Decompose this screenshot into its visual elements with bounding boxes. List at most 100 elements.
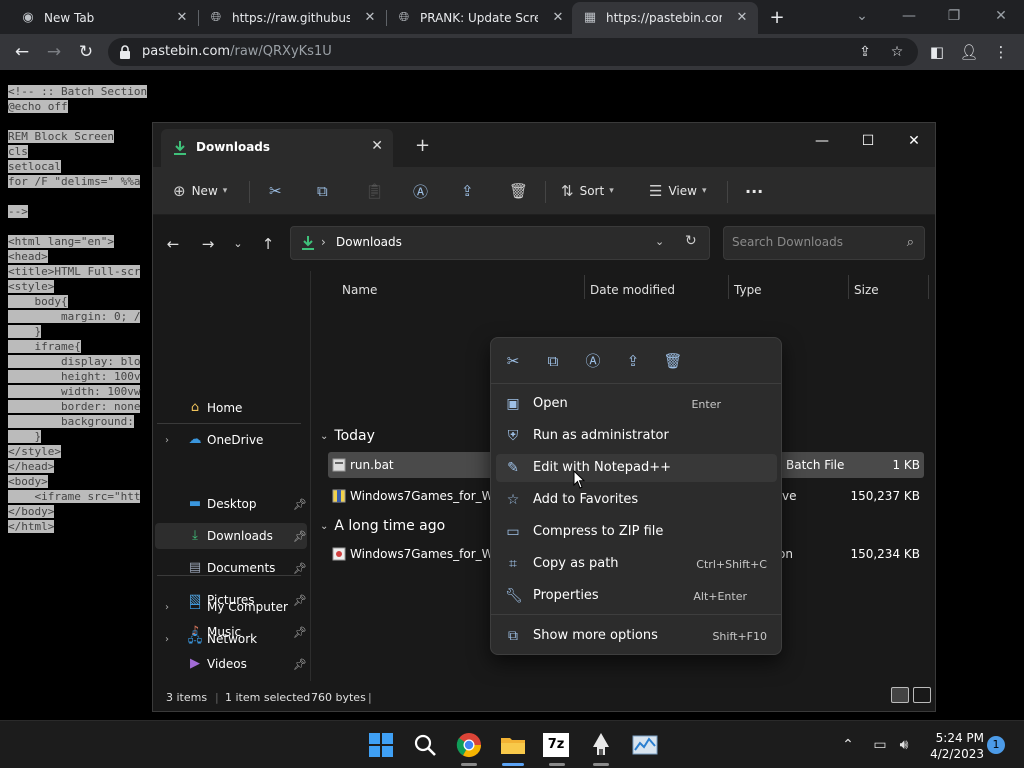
column-separator[interactable] [584,275,585,299]
column-header-size[interactable]: Size [854,277,879,303]
taskbar-7zip[interactable]: 7z [543,731,571,766]
close-window-icon[interactable]: ✕ [891,127,937,155]
paste-button[interactable]: 📋︎ [365,179,390,203]
recent-locations-icon[interactable]: ⌄ [227,233,249,255]
tab-github[interactable]: 🌐︎ https://raw.githubuserc ✕ [198,2,386,34]
search-icon[interactable]: ⌕ [907,235,914,250]
tab-new-tab[interactable]: ◉ New Tab ✕ [10,2,198,34]
taskbar-task-manager[interactable] [631,731,659,759]
close-tab-icon[interactable]: ✕ [734,10,750,26]
trash-icon[interactable]: 🗑︎ [661,349,685,373]
copy-button[interactable]: ⧉ [317,179,334,203]
show-hidden-icons-icon[interactable]: ⌃ [838,737,858,753]
more-options-button[interactable]: ··· [745,179,763,203]
cut-icon[interactable]: ✂ [501,349,525,373]
tab-search-icon[interactable]: ⌄ [842,5,882,27]
menu-item-properties[interactable]: 🔧︎ Properties Alt+Enter [496,582,777,610]
volume-icon[interactable]: 🔊︎ [894,737,914,753]
restore-icon[interactable]: ❐ [934,5,974,27]
rename-icon[interactable]: Ⓐ [581,349,605,373]
menu-item-add-favorites[interactable]: ☆ Add to Favorites [496,486,777,514]
rename-button[interactable]: Ⓐ [413,179,434,203]
pin-icon[interactable]: 📌︎ [293,530,307,543]
chevron-down-icon[interactable]: ⌄ [655,235,664,248]
sort-button[interactable]: ⇅ Sort ▾ [561,179,614,203]
minimize-icon[interactable]: — [799,127,845,155]
taskbar-search-button[interactable] [411,731,439,759]
back-icon[interactable]: ← [162,233,184,255]
menu-item-show-more[interactable]: ⧉ Show more options Shift+F10 [496,622,777,650]
bookmark-star-icon[interactable]: ☆ [886,42,908,62]
cut-button[interactable]: ✂ [269,179,288,203]
close-tab-icon[interactable]: ✕ [362,10,378,26]
explorer-address-bar[interactable]: › Downloads ⌄ ↻ [290,226,710,260]
group-long-ago[interactable]: ⌄ A long time ago [320,515,445,537]
explorer-tab-downloads[interactable]: Downloads ✕ [161,129,393,167]
search-input[interactable] [732,235,892,249]
column-header-name[interactable]: Name [342,277,377,303]
chevron-right-icon[interactable]: › [165,435,169,446]
display-icon[interactable]: ▭ [870,737,890,753]
nav-item-my-computer[interactable]: › ▭ My Computer [155,594,307,620]
start-button[interactable] [367,731,395,759]
menu-item-open[interactable]: ▣ Open Enter [496,390,777,418]
minimize-icon[interactable]: — [889,5,929,27]
system-clock[interactable]: 5:24 PM 4/2/2023 [922,730,984,762]
menu-item-copy-path[interactable]: ⌗ Copy as path Ctrl+Shift+C [496,550,777,578]
maximize-icon[interactable]: ☐ [845,127,891,155]
column-separator[interactable] [848,275,849,299]
up-icon[interactable]: ↑ [257,233,279,255]
taskbar-chrome[interactable] [455,731,483,766]
menu-item-run-as-admin[interactable]: ⛨ Run as administrator [496,422,777,450]
taskbar-inkscape[interactable] [587,731,615,766]
tiles-view-icon[interactable] [913,687,931,703]
forward-icon[interactable]: → [42,40,66,64]
reload-icon[interactable]: ↻ [74,40,98,64]
new-explorer-tab-icon[interactable]: + [415,135,430,156]
chevron-right-icon[interactable]: › [165,602,169,613]
share-icon[interactable]: ⇪ [854,42,876,62]
tab-prank[interactable]: 🌐︎ PRANK: Update Screen ✕ [386,2,574,34]
delete-button[interactable]: 🗑︎ [509,179,534,203]
column-separator[interactable] [728,275,729,299]
pin-icon[interactable]: 📌︎ [293,498,307,511]
new-tab-button[interactable]: + [766,7,788,29]
nav-item-network[interactable]: › 🖧︎ Network [155,626,307,652]
copy-icon[interactable]: ⧉ [541,349,565,373]
new-button[interactable]: ⊕ New ▾ [173,179,227,203]
column-header-type[interactable]: Type [734,277,762,303]
close-tab-icon[interactable]: ✕ [550,10,566,26]
nav-item-videos[interactable]: ▶ Videos 📌︎ [155,651,307,677]
details-view-icon[interactable] [891,687,909,703]
tab-pastebin[interactable]: ▦ https://pastebin.com/r ✕ [572,2,758,34]
forward-icon[interactable]: → [197,233,219,255]
nav-item-desktop[interactable]: ▬ Desktop 📌︎ [155,491,307,517]
view-button[interactable]: ☰ View ▾ [649,179,706,203]
menu-item-compress-zip[interactable]: ▭ Compress to ZIP file [496,518,777,546]
column-separator[interactable] [928,275,929,299]
chevron-right-icon[interactable]: › [165,634,169,645]
side-panel-icon[interactable]: ◧ [926,41,948,63]
nav-item-downloads[interactable]: ⤓ Downloads 📌︎ [155,523,307,549]
pin-icon[interactable]: 📌︎ [293,658,307,671]
back-icon[interactable]: ← [10,40,34,64]
profile-icon[interactable]: 👤︎ [958,41,980,63]
close-tab-icon[interactable]: ✕ [174,10,190,26]
share-icon[interactable]: ⇪ [621,349,645,373]
group-today[interactable]: ⌄ Today [320,425,375,447]
close-window-icon[interactable]: ✕ [981,5,1021,27]
breadcrumb-location[interactable]: Downloads [336,235,402,249]
column-header-date[interactable]: Date modified [590,277,675,303]
pin-icon[interactable]: 📌︎ [293,562,307,575]
nav-item-onedrive[interactable]: › ☁ OneDrive [155,427,307,453]
refresh-icon[interactable]: ↻ [685,233,697,249]
nav-item-home[interactable]: ⌂ Home [155,395,307,421]
url-text[interactable]: pastebin.com/raw/QRXyKs1U [142,44,332,59]
menu-item-edit-notepadpp[interactable]: ✎ Edit with Notepad++ [496,454,777,482]
menu-kebab-icon[interactable]: ⋮ [990,41,1012,63]
address-bar[interactable]: pastebin.com/raw/QRXyKs1U ⇪ ☆ [108,38,918,66]
notification-badge[interactable]: 1 [987,736,1005,754]
close-tab-icon[interactable]: ✕ [371,138,383,154]
share-button[interactable]: ⇪ [461,179,480,203]
nav-item-documents[interactable]: ▤ Documents 📌︎ [155,555,307,581]
